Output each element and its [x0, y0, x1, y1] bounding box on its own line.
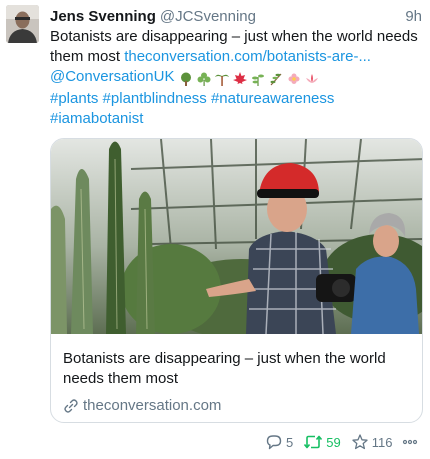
like-count: 116: [371, 434, 393, 450]
shamrock-emoji: [197, 72, 211, 87]
card-title[interactable]: Botanists are disappearing – just when t…: [63, 349, 413, 389]
hashtag-plantblindness[interactable]: #plantblindness: [103, 90, 207, 107]
lotus-emoji: [305, 74, 318, 84]
card-domain[interactable]: theconversation.com: [63, 396, 221, 416]
herb-emoji: [251, 74, 264, 87]
link-card[interactable]: Botanists are disappearing – just when t…: [50, 138, 423, 423]
link-icon: [64, 399, 78, 413]
retweet-count: 59: [326, 434, 341, 450]
author-handle[interactable]: @JCSvenning: [160, 8, 256, 25]
tweet-text: Botanists are disappearing – just when t…: [50, 27, 420, 129]
palm-tree-emoji: [214, 74, 229, 87]
card-image[interactable]: [51, 139, 423, 334]
mention-link[interactable]: @ConversationUK: [50, 68, 174, 85]
emoji-row: [179, 69, 323, 89]
avatar[interactable]: [6, 5, 39, 43]
tree-emoji: [180, 72, 191, 87]
star-icon: [352, 434, 368, 450]
flower-emoji: [288, 73, 300, 85]
like-button[interactable]: 116: [351, 433, 393, 451]
tweet-actions: 5 59 116: [265, 432, 430, 452]
hashtag-iamabotanist[interactable]: #iamabotanist: [50, 110, 143, 127]
retweet-icon: [304, 435, 323, 449]
hashtag-plants[interactable]: #plants: [50, 90, 98, 107]
article-link[interactable]: theconversation.com/botanists-are-...: [124, 48, 371, 65]
hashtag-natureawareness[interactable]: #natureawareness: [211, 90, 334, 107]
more-button[interactable]: [402, 434, 421, 450]
tweet-timestamp[interactable]: 9h: [405, 7, 422, 27]
reply-button[interactable]: 5: [265, 433, 293, 451]
reply-count: 5: [286, 434, 294, 450]
reply-icon: [266, 435, 282, 450]
retweet-button[interactable]: 59: [303, 433, 341, 451]
tweet-header: Jens Svenning @JCSvenning 9h: [50, 7, 422, 27]
author-name[interactable]: Jens Svenning: [50, 8, 156, 25]
tweet: Jens Svenning @JCSvenning 9h Botanists ar…: [0, 0, 430, 459]
more-icon: [403, 439, 418, 445]
seedling-branch-emoji: [270, 73, 282, 86]
card-domain-text: theconversation.com: [83, 397, 222, 414]
maple-leaf-emoji: [232, 72, 247, 85]
